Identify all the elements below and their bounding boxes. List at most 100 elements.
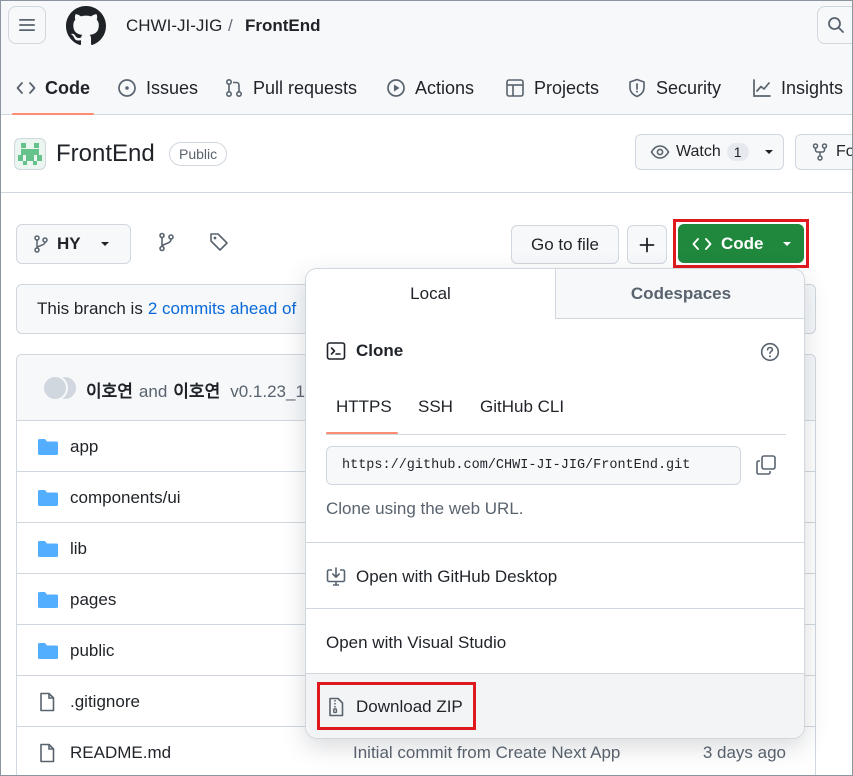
play-icon <box>387 79 405 97</box>
protocol-tab-indicator <box>326 432 398 434</box>
protocol-tab-https[interactable]: HTTPS <box>336 397 392 417</box>
file-commit-time: 3 days ago <box>702 743 786 762</box>
breadcrumb-separator: / <box>228 16 233 35</box>
add-file-button[interactable] <box>627 225 667 264</box>
tab-insights[interactable]: Insights <box>752 64 843 112</box>
clone-help-text: Clone using the web URL. <box>326 499 524 518</box>
search-icon <box>828 17 844 33</box>
tab-issues[interactable]: Issues <box>117 64 198 112</box>
branch-status-text: This branch is <box>37 299 143 318</box>
hamburger-icon <box>19 19 35 31</box>
branch-selector[interactable]: HY <box>16 224 131 264</box>
tab-pull-requests-label: Pull requests <box>253 77 358 98</box>
open-with-visual-studio[interactable]: Open with Visual Studio <box>306 610 804 675</box>
tab-local[interactable]: Local <box>306 269 555 319</box>
shield-icon <box>629 78 645 98</box>
eye-icon <box>650 145 670 159</box>
commit-author[interactable]: 이호연 <box>86 377 133 402</box>
file-icon <box>37 692 57 717</box>
file-name[interactable]: .gitignore <box>70 692 140 712</box>
file-directory-icon <box>38 439 58 455</box>
git-branch-icon <box>34 235 48 253</box>
open-with-github-desktop-label: Open with GitHub Desktop <box>356 566 558 586</box>
file-name[interactable]: public <box>70 641 114 661</box>
folder-icon <box>37 488 59 513</box>
github-logo-icon[interactable] <box>66 6 106 46</box>
tab-projects-label: Projects <box>534 77 600 98</box>
fork-button[interactable]: Fo <box>795 134 853 170</box>
file-name[interactable]: lib <box>70 539 87 559</box>
folder-icon <box>37 641 59 666</box>
file-directory-icon <box>38 490 58 506</box>
file-commit-message[interactable]: Initial commit from Create Next App <box>353 743 620 763</box>
file-name[interactable]: components/ui <box>70 488 181 508</box>
protocol-tab-ssh[interactable]: SSH <box>418 397 453 417</box>
code-icon <box>16 82 36 94</box>
clone-title: Clone <box>356 341 404 360</box>
breadcrumb-owner[interactable]: CHWI-JI-JIG <box>126 16 222 36</box>
file-icon <box>40 743 55 763</box>
repo-avatar <box>14 138 46 170</box>
question-icon[interactable] <box>760 342 780 362</box>
repo-nav-tabs: Code Issues Pull requests Actions Projec… <box>0 64 853 115</box>
download-zip-highlight <box>317 682 476 730</box>
triangle-down-icon <box>764 150 773 154</box>
git-pull-request-icon <box>225 78 243 98</box>
tab-pull-requests[interactable]: Pull requests <box>224 64 357 112</box>
search-button[interactable] <box>817 6 853 44</box>
tab-actions-label: Actions <box>415 77 475 98</box>
file-directory-icon <box>38 592 58 608</box>
open-with-visual-studio-label: Open with Visual Studio <box>326 632 507 652</box>
menu-button[interactable] <box>8 6 46 44</box>
copy-icon[interactable] <box>755 454 777 476</box>
watch-button[interactable]: Watch 1 <box>635 134 784 170</box>
folder-icon <box>37 437 59 462</box>
tab-projects[interactable]: Projects <box>505 64 599 112</box>
code-dropdown-tabs: Local Codespaces <box>306 269 804 319</box>
terminal-icon <box>326 342 346 360</box>
commits-ahead-link[interactable]: 2 commits ahead of <box>148 299 296 319</box>
triangle-down-icon <box>100 242 109 246</box>
clone-url-input[interactable]: https://github.com/CHWI-JI-JIG/FrontEnd.… <box>326 446 741 485</box>
code-icon <box>692 237 712 250</box>
protocol-tab-github-cli[interactable]: GitHub CLI <box>480 397 564 417</box>
tab-codespaces[interactable]: Codespaces <box>555 269 804 319</box>
tab-issues-label: Issues <box>146 77 199 98</box>
author-avatars <box>42 375 82 401</box>
branch-name: HY <box>57 234 81 253</box>
fork-label: Fo <box>836 143 853 160</box>
tab-code[interactable]: Code <box>12 64 94 115</box>
code-button-label: Code <box>721 233 764 253</box>
file-icon <box>40 692 55 712</box>
watch-count: 1 <box>726 143 749 161</box>
code-dropdown: Local Codespaces Clone HTTPS SSH GitHub … <box>305 268 805 739</box>
tab-insights-label: Insights <box>781 77 844 98</box>
table-icon <box>506 79 524 97</box>
file-directory-icon <box>38 643 58 659</box>
visibility-badge: Public <box>169 142 228 166</box>
tab-code-label: Code <box>45 77 90 98</box>
protocol-tabs-divider <box>326 434 786 435</box>
file-name[interactable]: README.md <box>70 743 171 763</box>
code-button[interactable]: Code <box>678 224 804 263</box>
branches-icon[interactable] <box>158 232 176 252</box>
file-name[interactable]: pages <box>70 590 116 610</box>
file-name[interactable]: app <box>70 437 98 457</box>
commit-author[interactable]: 이호연 <box>173 377 220 402</box>
avatar[interactable] <box>42 375 68 401</box>
tag-icon[interactable] <box>209 232 229 252</box>
go-to-file-button[interactable]: Go to file <box>511 225 619 264</box>
tab-security[interactable]: Security <box>627 64 721 112</box>
tab-security-label: Security <box>656 77 722 98</box>
open-with-github-desktop[interactable]: Open with GitHub Desktop <box>306 544 804 609</box>
breadcrumb-repo[interactable]: FrontEnd <box>245 16 321 36</box>
repo-title[interactable]: FrontEnd <box>56 140 155 168</box>
commit-authors: 이호연 and 이호연 v0.1.23_1 <box>86 377 305 402</box>
tab-actions[interactable]: Actions <box>386 64 474 112</box>
file-directory-icon <box>38 541 58 557</box>
commit-message[interactable]: v0.1.23_1 <box>230 382 305 402</box>
repo-header-bar: CHWI-JI-JIG / FrontEnd Code Issues Pull … <box>0 0 853 115</box>
repo-forked-icon <box>812 143 828 161</box>
menu-divider <box>306 542 804 543</box>
menu-divider <box>306 608 804 609</box>
